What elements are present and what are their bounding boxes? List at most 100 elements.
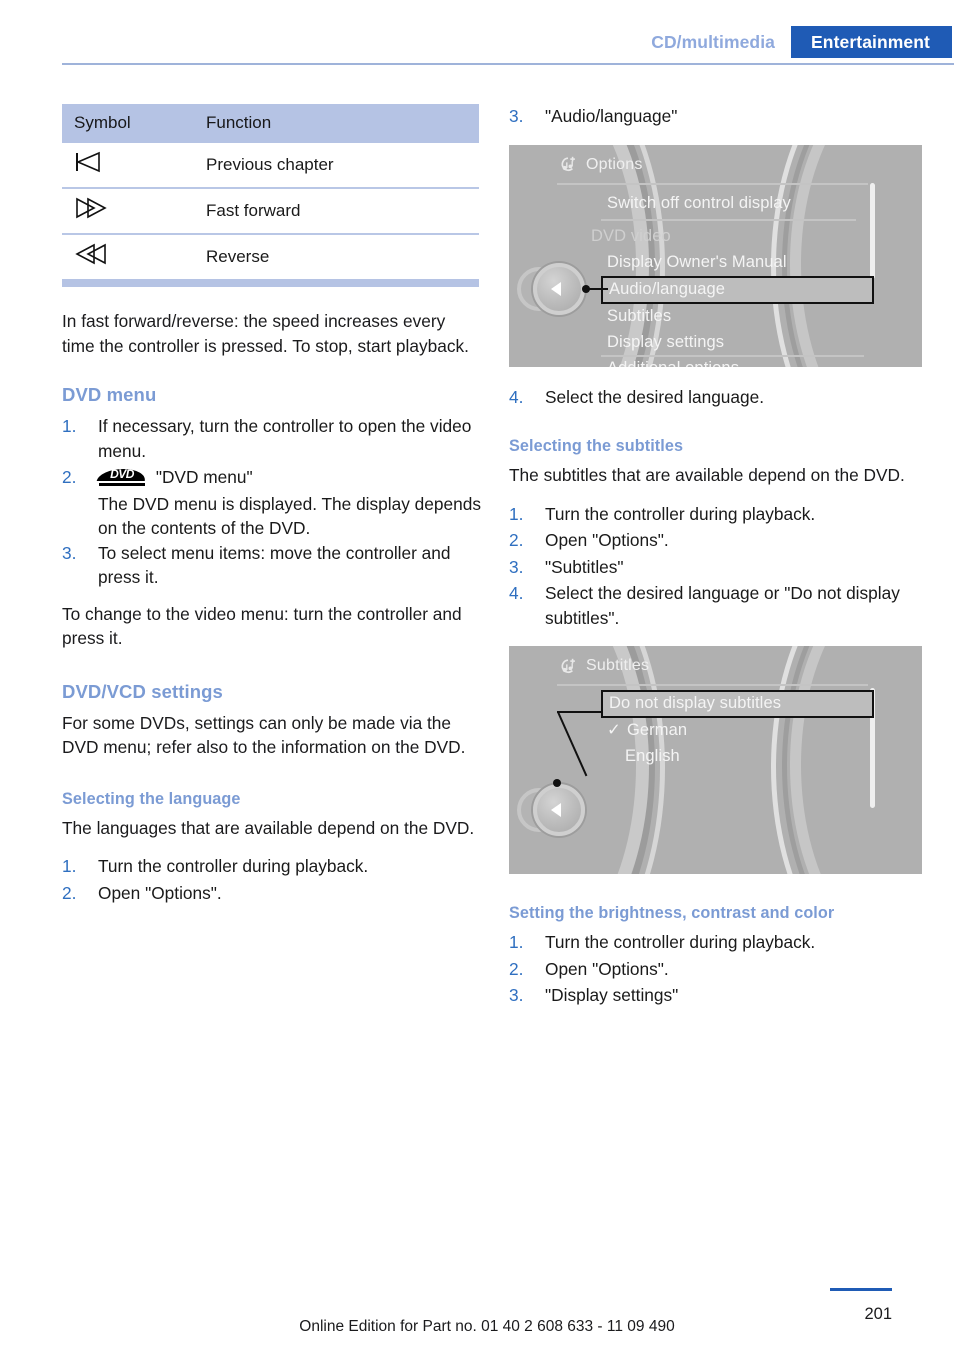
list-item: 3. To select menu items: move the contro…: [62, 541, 482, 590]
checkmark-icon: ✓: [607, 721, 621, 739]
menu-item-display-owners-manual[interactable]: Display Owner's Manual: [601, 250, 866, 276]
callout-line: [586, 287, 608, 290]
list-item: 2. Open "Options".: [509, 528, 924, 553]
table-header-row: Symbol Function: [62, 104, 479, 143]
header-rule: [62, 63, 954, 65]
selecting-language-paragraph: The languages that are available depend …: [62, 817, 475, 838]
menu-item-switch-off-control-display[interactable]: Switch off control display: [601, 191, 866, 217]
column-header-symbol: Symbol: [62, 104, 186, 143]
function-cell: Previous chapter: [186, 143, 479, 189]
heading-setting-brightness: Setting the brightness, contrast and col…: [509, 904, 835, 922]
options-menu-list: Switch off control display DVD video Dis…: [591, 191, 874, 367]
table-bottom-band: [62, 279, 479, 287]
heading-dvd-vcd-settings: DVD/VCD settings: [62, 680, 223, 702]
menu-item-subtitles[interactable]: Subtitles: [601, 304, 866, 330]
step-text: To select menu items: move the controlle…: [98, 542, 451, 588]
step-text: "Display settings": [545, 985, 679, 1005]
right-column: 3. "Audio/language" Options Switch off c…: [509, 104, 924, 1010]
symbol-cell: [62, 143, 186, 189]
step-text: "DVD menu": [155, 467, 253, 487]
selecting-subtitles-paragraph: The subtitles that are available depend …: [509, 465, 905, 485]
step-text: "Subtitles": [545, 556, 624, 577]
step-substep-text: The DVD menu is displayed. The display d…: [98, 493, 481, 539]
step-number: 2.: [509, 958, 524, 979]
menu-item-german[interactable]: ✓ German: [601, 718, 866, 744]
footer-edition-text: Online Edition for Part no. 01 40 2 608 …: [299, 1318, 675, 1335]
symbol-function-table: Symbol Function Previous chapter Fast fo…: [62, 104, 479, 279]
options-menu-icon: [559, 156, 578, 173]
list-item: 2. Open "Options".: [62, 881, 482, 906]
controller-left-arrow-icon: [551, 281, 561, 296]
step-number: 1.: [62, 856, 77, 876]
step-text: Select the desired language or "Do not d…: [545, 583, 900, 628]
table-row: Previous chapter: [62, 143, 479, 189]
idrive-controller-icon[interactable]: [533, 784, 585, 836]
header-section-label: Entertainment: [791, 26, 952, 58]
step-text: Open "Options".: [545, 958, 669, 979]
dvd-menu-steps-cont: 3. To select menu items: move the contro…: [62, 541, 482, 590]
step-text: Turn the controller during playback.: [545, 503, 816, 524]
step-text: "Audio/language": [545, 106, 678, 126]
audio-language-step: 3. "Audio/language": [509, 104, 924, 129]
previous-chapter-icon: [74, 151, 186, 178]
step-number: 4.: [509, 386, 524, 407]
menu-group-dvd-video: DVD video: [591, 226, 671, 245]
function-cell: Fast forward: [186, 188, 479, 235]
list-item: 2. Open "Options".: [509, 957, 924, 982]
list-item: 3. "Display settings": [509, 983, 924, 1008]
subtitles-screenshot: Subtitles Do not display subtitles ✓ Germ…: [509, 646, 922, 874]
list-item: 4. Select the desired language or "Do no…: [509, 581, 924, 630]
list-item: 4. Select the desired language.: [509, 385, 924, 410]
step-text: If necessary, turn the controller to ope…: [98, 416, 472, 461]
list-item: 3. "Audio/language": [509, 104, 924, 129]
step-number: 3.: [509, 106, 524, 126]
menu-item-display-settings[interactable]: Display settings: [601, 330, 866, 356]
left-column: Symbol Function Previous chapter Fast fo…: [62, 104, 482, 907]
screen-title-rule: [557, 182, 868, 185]
screen-title-label: Options: [586, 155, 643, 173]
callout-dot: [553, 779, 561, 787]
table-row: Fast forward: [62, 188, 479, 235]
step-text: Turn the controller during playback.: [545, 932, 816, 952]
dvd-vcd-settings-paragraph: For some DVDs, settings can only be made…: [62, 712, 466, 758]
table-row: Reverse: [62, 234, 479, 279]
screen-title: Options: [559, 156, 643, 174]
step-text: Open "Options".: [98, 882, 222, 903]
list-item: 1. Turn the controller during playback.: [62, 854, 482, 879]
screen-title: Subtitles: [559, 657, 649, 675]
step-number: 2.: [62, 467, 77, 487]
column-header-function: Function: [186, 104, 479, 143]
subtitles-menu-list: Do not display subtitles ✓ German English: [601, 690, 874, 770]
step-number: 1.: [509, 932, 524, 952]
menu-item-label: German: [626, 721, 688, 739]
reverse-icon: [74, 243, 186, 270]
dvd-logo-icon: DVD: [96, 468, 148, 486]
step-text: Turn the controller during playback.: [98, 856, 369, 876]
callout-line: [557, 711, 588, 777]
select-language-step: 4. Select the desired language.: [509, 385, 924, 410]
dvd-menu-steps: 1. If necessary, turn the controller to …: [62, 414, 482, 490]
page-number-rule: [830, 1288, 892, 1291]
step-number: 2.: [509, 530, 524, 550]
header-chapter-label: CD/multimedia: [651, 31, 776, 52]
menu-item-do-not-display-subtitles[interactable]: Do not display subtitles: [601, 690, 874, 718]
page-header: CD/multimedia Entertainment: [62, 26, 952, 58]
step-number: 1.: [509, 503, 524, 524]
menu-item-audio-language[interactable]: Audio/language: [601, 275, 874, 304]
list-item: 1. Turn the controller during playback.: [509, 930, 924, 955]
list-item: 1. If necessary, turn the controller to …: [62, 414, 482, 463]
step-number: 4.: [509, 583, 524, 603]
symbol-cell: [62, 234, 186, 279]
options-menu-icon: [559, 658, 578, 675]
controller-left-arrow-icon: [551, 803, 561, 817]
step-number: 1.: [62, 416, 77, 436]
menu-item-additional-options[interactable]: Additional options: [601, 356, 866, 367]
scrollbar-thumb[interactable]: [870, 182, 875, 279]
idrive-controller-icon[interactable]: [533, 262, 585, 315]
setting-brightness-steps: 1. Turn the controller during playback. …: [509, 930, 924, 1008]
symbol-cell: [62, 188, 186, 235]
menu-item-english[interactable]: English: [601, 744, 866, 770]
menu-bottom-rule: [601, 354, 864, 357]
heading-dvd-menu: DVD menu: [62, 384, 157, 405]
step-text: Select the desired language.: [545, 386, 765, 407]
